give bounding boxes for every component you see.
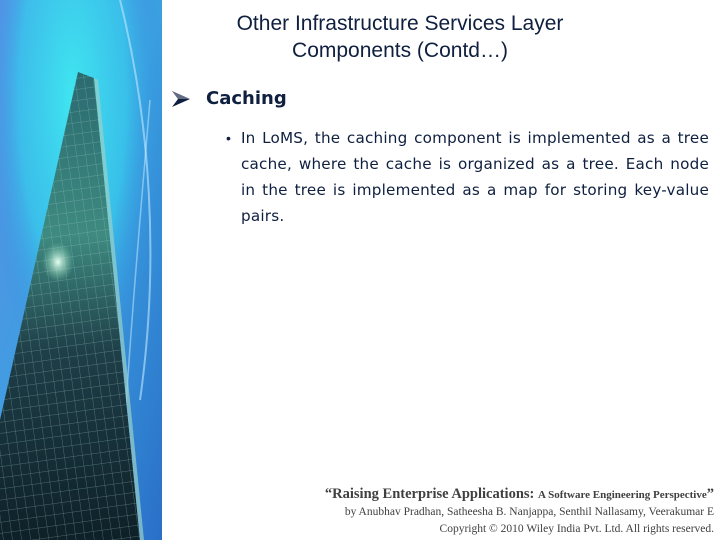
skyscraper-image [0,0,162,540]
book-subtitle: A Software Engineering Perspective [538,489,707,501]
bullet-dot-icon: • [226,130,231,146]
arrow-bullet-icon [172,90,190,107]
book-title-close: ” [706,486,714,502]
slide-title-line-2: Components (Contd…) [292,39,508,62]
book-title-main: “Raising Enterprise Applications: [324,486,538,502]
copyright-notice: Copyright © 2010 Wiley India Pvt. Ltd. A… [439,523,714,535]
section-heading: Caching [172,88,287,109]
heading-text: Caching [206,88,287,109]
book-authors: by Anubhav Pradhan, Satheesha B. Nanjapp… [344,506,714,518]
bullet-item: • In LoMS, the caching component is impl… [226,125,710,229]
book-title: “Raising Enterprise Applications: A Soft… [325,485,714,504]
bullet-text: In LoMS, the caching component is implem… [241,129,709,225]
slide-title: Other Infrastructure Services Layer Comp… [180,10,620,64]
slide-title-line-1: Other Infrastructure Services Layer [236,12,564,35]
footer-citation: “Raising Enterprise Applications: A Soft… [325,485,714,538]
